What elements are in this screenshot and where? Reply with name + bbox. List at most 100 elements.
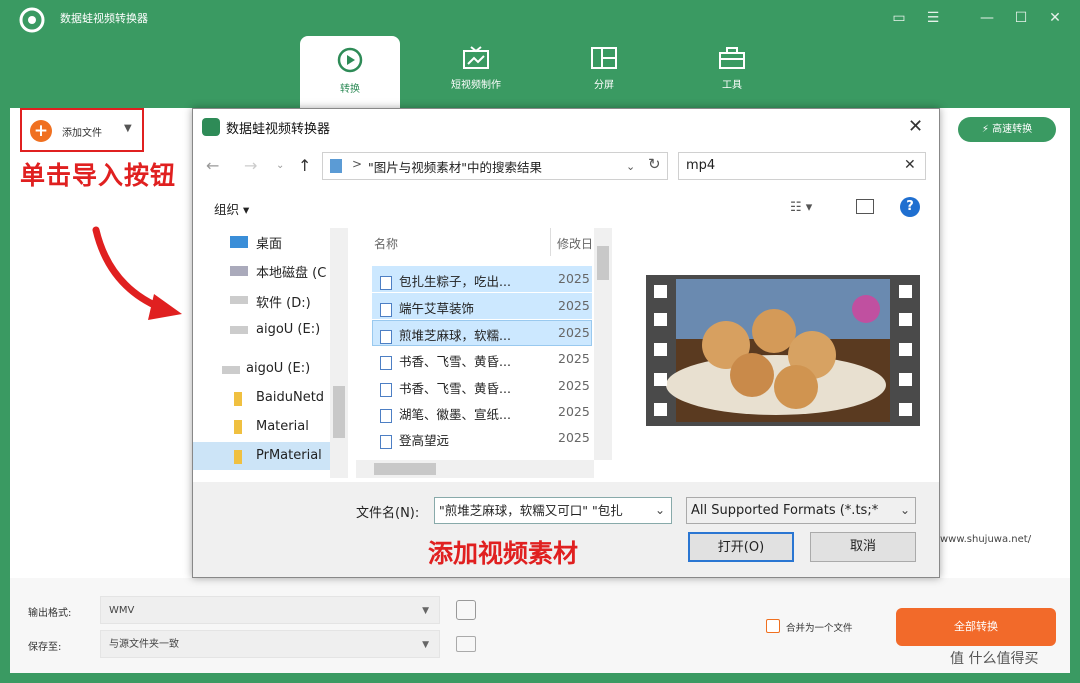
- video-file-icon: [380, 408, 392, 423]
- film-strip-icon: [646, 275, 920, 426]
- file-row[interactable]: 书香、飞雪、黄昏... 2025: [372, 346, 592, 372]
- split-screen-icon: [591, 47, 617, 69]
- chevron-down-icon: ▼: [422, 640, 429, 650]
- add-file-button[interactable]: + 添加文件 ▼: [20, 108, 144, 152]
- file-name: 书香、飞雪、黄昏...: [399, 354, 511, 369]
- tab-convert[interactable]: 转换: [300, 36, 400, 108]
- video-file-icon: [380, 355, 392, 370]
- file-name: 煎堆芝麻球，软糯...: [399, 328, 511, 343]
- filename-label: 文件名(N):: [356, 506, 420, 521]
- app-logo-icon: [19, 7, 45, 33]
- drive-icon: [230, 296, 248, 304]
- tree-item-e-drive[interactable]: aigoU (E:): [256, 322, 320, 337]
- path-chevron-icon: >: [352, 157, 363, 171]
- video-file-icon: [380, 434, 392, 449]
- search-box[interactable]: [678, 152, 926, 180]
- video-file-icon: [380, 275, 392, 290]
- refresh-icon[interactable]: ↻: [648, 155, 661, 173]
- tree-scroll-thumb[interactable]: [333, 386, 345, 438]
- drive-icon: [230, 326, 248, 334]
- app-title: 数据蛙视频转换器: [60, 12, 148, 25]
- tree-item-c-drive[interactable]: 本地磁盘 (C: [256, 262, 326, 281]
- view-options-icon[interactable]: ☷ ▾: [790, 200, 812, 215]
- preview-pane-icon[interactable]: [856, 199, 874, 214]
- title-bar: [0, 0, 1080, 108]
- tree-item-desktop[interactable]: 桌面: [256, 233, 282, 252]
- video-preview: [646, 275, 920, 426]
- file-row[interactable]: 书香、飞雪、黄昏... 2025: [372, 373, 592, 399]
- file-date: 2025: [558, 378, 590, 393]
- save-to-select[interactable]: 与源文件夹一致 ▼: [100, 630, 440, 658]
- clear-search-icon[interactable]: ✕: [904, 157, 916, 173]
- forward-arrow-icon[interactable]: →: [244, 156, 257, 175]
- feedback-icon[interactable]: ▭: [888, 8, 910, 28]
- search-input[interactable]: mp4: [686, 158, 715, 173]
- file-date: 2025: [558, 325, 590, 340]
- file-type-select[interactable]: All Supported Formats (*.ts;*: [686, 497, 916, 524]
- tree-item-d-drive[interactable]: 软件 (D:): [256, 292, 311, 311]
- filename-dropdown-icon[interactable]: ⌄: [655, 503, 665, 517]
- tree-item-material[interactable]: Material: [256, 419, 309, 434]
- file-date: 2025: [558, 430, 590, 445]
- chevron-down-icon[interactable]: ▼: [124, 123, 132, 134]
- filename-input[interactable]: "煎堆芝麻球，软糯又可口" "包扎: [434, 497, 672, 524]
- folder-icon: [234, 392, 242, 406]
- tree-item-baidunetdisk[interactable]: BaiduNetd: [256, 390, 324, 405]
- annotation-add-hint: 添加视频素材: [428, 539, 579, 568]
- file-list-hscroll-thumb[interactable]: [374, 463, 436, 475]
- output-format-select[interactable]: WMV ▼: [100, 596, 440, 624]
- tab-split-screen[interactable]: 分屏: [554, 36, 654, 108]
- file-row[interactable]: 端午艾草装饰 2025: [372, 293, 592, 319]
- convert-all-button[interactable]: 全部转换: [896, 608, 1056, 646]
- file-row[interactable]: 包扎生粽子，吃出... 2025: [372, 266, 592, 292]
- help-icon[interactable]: ?: [900, 197, 920, 217]
- cancel-button[interactable]: 取消: [810, 532, 916, 562]
- high-speed-button[interactable]: ⚡ 高速转换: [958, 117, 1056, 142]
- path-text: "图片与视频素材"中的搜索结果: [368, 160, 542, 175]
- video-file-icon: [380, 382, 392, 397]
- column-header-date[interactable]: 修改日: [557, 235, 593, 252]
- column-header-name[interactable]: 名称: [374, 235, 398, 252]
- brand-watermark: 值 什么值得买: [950, 651, 1039, 667]
- tab-short-video-label: 短视频制作: [451, 80, 501, 91]
- convert-icon: [337, 47, 363, 73]
- up-arrow-icon[interactable]: ↑: [298, 156, 311, 175]
- file-type-dropdown-icon[interactable]: ⌄: [900, 503, 910, 517]
- file-row[interactable]: 湖笔、徽墨、宣纸... 2025: [372, 399, 592, 425]
- settings-icon[interactable]: [456, 600, 476, 620]
- dialog-close-icon[interactable]: ✕: [908, 116, 923, 137]
- drive-icon: [222, 366, 240, 374]
- tree-scrollbar[interactable]: [330, 228, 348, 478]
- file-name: 登高望远: [399, 433, 450, 448]
- file-date: 2025: [558, 404, 590, 419]
- output-format-label: 输出格式:: [28, 608, 72, 619]
- open-button[interactable]: 打开(O): [688, 532, 794, 562]
- folder-icon[interactable]: [456, 636, 476, 652]
- maximize-icon[interactable]: ☐: [1010, 8, 1032, 28]
- menu-icon[interactable]: ☰: [922, 8, 944, 28]
- path-dropdown-icon[interactable]: ⌄: [626, 160, 635, 173]
- back-arrow-icon[interactable]: ←: [206, 156, 219, 175]
- dialog-app-icon: [202, 118, 220, 136]
- file-list-vscroll-thumb[interactable]: [597, 246, 609, 280]
- minimize-icon[interactable]: —: [976, 8, 998, 28]
- folder-icon: [234, 450, 242, 464]
- recent-chevron-icon[interactable]: ⌄: [276, 160, 284, 171]
- file-date: 2025: [558, 271, 590, 286]
- tv-icon: [463, 46, 489, 69]
- tab-convert-label: 转换: [340, 84, 360, 95]
- site-watermark: www.shujuwa.net/: [940, 534, 1032, 545]
- tab-tools[interactable]: 工具: [682, 36, 782, 108]
- file-name: 书香、飞雪、黄昏...: [399, 381, 511, 396]
- file-row[interactable]: 煎堆芝麻球，软糯... 2025: [372, 320, 592, 346]
- tab-short-video[interactable]: 短视频制作: [426, 36, 526, 108]
- tree-item-prmaterial[interactable]: PrMaterial: [256, 448, 322, 463]
- close-window-icon[interactable]: ✕: [1044, 8, 1066, 28]
- tree-item-e-drive-2[interactable]: aigoU (E:): [246, 361, 310, 376]
- merge-checkbox[interactable]: [766, 619, 780, 633]
- file-row[interactable]: 登高望远 2025: [372, 425, 592, 451]
- save-to-label: 保存至:: [28, 642, 62, 653]
- organize-menu[interactable]: 组织 ▾: [214, 199, 249, 218]
- file-date: 2025: [558, 298, 590, 313]
- video-file-icon: [380, 329, 392, 344]
